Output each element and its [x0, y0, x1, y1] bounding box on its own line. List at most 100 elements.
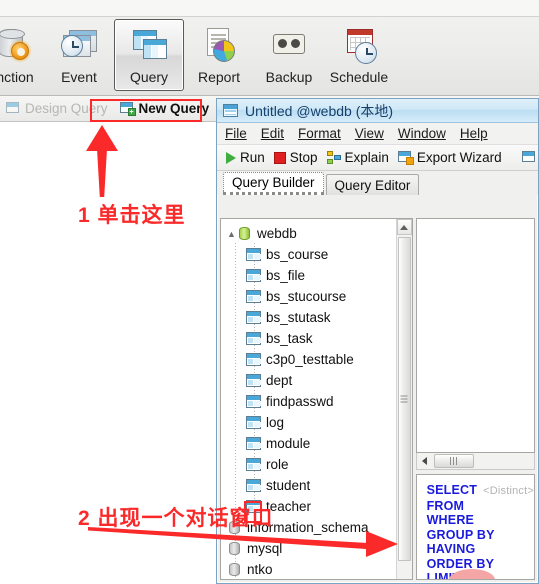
- menu-item-view[interactable]: View: [355, 126, 384, 141]
- table-icon: [246, 353, 261, 366]
- sql-keyword-label: GROUP BY: [426, 527, 495, 542]
- sql-keyword-row[interactable]: GROUP BY: [427, 528, 534, 543]
- ribbon-button-query[interactable]: Query: [114, 19, 184, 91]
- hscroll-thumb[interactable]: [433, 454, 474, 468]
- tab-query-editor[interactable]: Query Editor: [325, 174, 420, 195]
- ribbon-button-event[interactable]: Event: [44, 19, 114, 91]
- menu-item-help[interactable]: Help: [460, 126, 488, 141]
- tree-item-label: bs_task: [266, 331, 313, 346]
- child-window-menubar: File Edit Format View Window Help: [217, 123, 538, 145]
- backup-tape-icon: [269, 26, 309, 64]
- table-icon: [246, 437, 261, 450]
- ribbon-label-report: Report: [197, 69, 241, 85]
- tree-item-table[interactable]: log: [221, 412, 396, 433]
- tree-item-table[interactable]: dept: [221, 370, 396, 391]
- tree-item-label: findpasswd: [266, 394, 334, 409]
- export-wizard-icon: [397, 151, 414, 165]
- tree-item-label: bs_file: [266, 268, 306, 283]
- menu-item-file[interactable]: File: [225, 126, 247, 141]
- sql-keyword-pane[interactable]: SELECT <Distinct> FROM WHERE GROUP BY HAVING O…: [415, 474, 535, 580]
- tree-item-table[interactable]: bs_course: [221, 244, 396, 265]
- menu-item-window[interactable]: Window: [398, 126, 446, 141]
- ribbon-label-schedule: Schedule: [329, 69, 389, 85]
- tree-table-nodes: bs_course bs_file bs_stucourse bs_stutaskbs…: [221, 244, 396, 517]
- tab-query-builder[interactable]: Query Builder: [223, 172, 324, 195]
- tree-item-table[interactable]: bs_stutask: [221, 307, 396, 328]
- ribbon-button-report[interactable]: Report: [184, 19, 254, 91]
- explain-label: Explain: [344, 150, 389, 165]
- scroll-left-button[interactable]: [417, 457, 432, 465]
- ribbon-button-function[interactable]: nction: [0, 19, 44, 91]
- sql-keyword-hint[interactable]: <Distinct>: [483, 485, 534, 497]
- menu-item-format[interactable]: Format: [298, 126, 341, 141]
- tree-item-table[interactable]: role: [221, 454, 396, 475]
- database-icon: [237, 226, 252, 241]
- tree-item-label: bs_course: [266, 247, 329, 262]
- tree-item-table[interactable]: bs_file: [221, 265, 396, 286]
- more-tools-button[interactable]: [519, 147, 539, 169]
- tree-item-table[interactable]: module: [221, 433, 396, 454]
- table-icon: [246, 479, 261, 492]
- annotation-highlight-new-query: [90, 99, 202, 122]
- ribbon-label-backup: Backup: [265, 69, 313, 85]
- main-ribbon-toolbar: nction Event Query Report Backup Schedul…: [0, 0, 539, 96]
- run-button[interactable]: Run: [223, 147, 268, 169]
- tree-item-table[interactable]: bs_stucourse: [221, 286, 396, 307]
- sql-keyword-label: WHERE: [426, 513, 475, 527]
- tree-item-database[interactable]: ntko: [221, 559, 396, 579]
- ribbon-button-backup[interactable]: Backup: [254, 19, 324, 91]
- scroll-up-button[interactable]: [396, 219, 412, 235]
- run-play-icon: [226, 151, 236, 164]
- tree-item-label: bs_stucourse: [266, 289, 347, 304]
- annotation-step-1-text: 1 单击这里: [78, 204, 186, 227]
- schedule-calendar-icon: [339, 26, 379, 64]
- ribbon-top-edge: [0, 0, 539, 17]
- export-wizard-label: Export Wizard: [416, 150, 502, 165]
- sql-keyword-label: ORDER BY: [426, 556, 495, 571]
- sql-keyword-row[interactable]: SELECT <Distinct>: [427, 483, 534, 499]
- stop-button[interactable]: Stop: [271, 147, 321, 169]
- query-builder-canvas[interactable]: [415, 218, 535, 453]
- function-icon: [0, 26, 35, 64]
- sql-keyword-row[interactable]: WHERE: [427, 513, 534, 528]
- tree-item-table[interactable]: findpasswd: [221, 391, 396, 412]
- stop-square-icon: [273, 151, 286, 164]
- tree-item-table[interactable]: student: [221, 475, 396, 496]
- child-window-toolbar: Run Stop Explain Export Wizard: [217, 145, 538, 171]
- export-wizard-button[interactable]: Export Wizard: [395, 147, 505, 169]
- table-icon: [246, 416, 261, 429]
- tree-item-label: ntko: [247, 562, 273, 577]
- tree-item-table[interactable]: c3p0_testtable: [221, 349, 396, 370]
- tree-node-label: webdb: [257, 226, 297, 241]
- tree-item-label: log: [266, 415, 285, 430]
- chevron-down-icon[interactable]: ▲: [227, 229, 237, 239]
- canvas-horizontal-scrollbar[interactable]: [415, 453, 535, 470]
- query-window-icon: [223, 103, 239, 118]
- query-icon: [129, 26, 169, 64]
- report-icon: [199, 26, 239, 64]
- explain-button[interactable]: Explain: [324, 147, 392, 169]
- tab-query-builder-label: Query Builder: [232, 175, 315, 190]
- database-icon-gray: [227, 562, 242, 577]
- more-tools-icon: [521, 151, 537, 164]
- child-window-titlebar[interactable]: Untitled @webdb (本地): [217, 99, 538, 123]
- tree-item-label: role: [266, 457, 289, 472]
- scroll-thumb[interactable]: [397, 237, 411, 561]
- ribbon-items: nction Event Query Report Backup Schedul…: [0, 17, 539, 95]
- ribbon-label-query: Query: [129, 69, 169, 85]
- tree-item-table[interactable]: bs_task: [221, 328, 396, 349]
- ribbon-button-schedule[interactable]: Schedule: [324, 19, 394, 91]
- tree-node-webdb[interactable]: ▲ webdb: [221, 223, 396, 244]
- sql-keyword-row[interactable]: HAVING: [427, 542, 534, 557]
- table-icon: [246, 374, 261, 387]
- tree-item-label: bs_stutask: [266, 310, 331, 325]
- run-label: Run: [240, 150, 265, 165]
- annotation-arrow-up: [86, 125, 118, 197]
- sql-keyword-row[interactable]: FROM: [427, 499, 534, 514]
- table-icon: [246, 311, 261, 324]
- explain-icon: [326, 151, 341, 164]
- tree-item-label: student: [266, 478, 311, 493]
- menu-item-edit[interactable]: Edit: [261, 126, 284, 141]
- tree-item-label: module: [266, 436, 311, 451]
- child-window-tabs: Query Builder Query Editor: [217, 171, 538, 195]
